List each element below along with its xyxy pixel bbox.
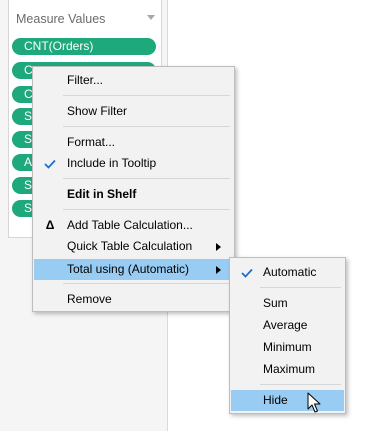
pill-context-menu: Filter... Show Filter Format... Include …	[32, 66, 235, 312]
menu-item-label: Total using (Automatic)	[67, 262, 190, 276]
submenu-item-sum[interactable]: Sum	[231, 293, 344, 314]
menu-separator	[63, 95, 230, 96]
menu-item-label: Automatic	[263, 265, 317, 279]
submenu-item-maximum[interactable]: Maximum	[231, 359, 344, 380]
total-using-submenu: Automatic Sum Average Minimum Maximum Hi…	[229, 257, 346, 414]
delta-icon: Δ	[45, 218, 55, 232]
menu-item-filter[interactable]: Filter...	[34, 70, 233, 91]
menu-item-add-table-calculation[interactable]: Δ Add Table Calculation...	[34, 215, 233, 236]
menu-separator	[63, 178, 230, 179]
submenu-item-hide[interactable]: Hide	[231, 390, 344, 411]
menu-separator	[63, 283, 230, 284]
menu-item-remove[interactable]: Remove	[34, 289, 233, 310]
submenu-item-minimum[interactable]: Minimum	[231, 337, 344, 358]
menu-item-edit-in-shelf[interactable]: Edit in Shelf	[34, 184, 233, 205]
checkmark-icon	[43, 153, 57, 174]
menu-separator	[260, 384, 341, 385]
menu-item-label: Add Table Calculation...	[67, 218, 193, 232]
submenu-arrow-icon	[216, 243, 221, 251]
checkmark-icon	[240, 262, 254, 283]
menu-item-show-filter[interactable]: Show Filter	[34, 101, 233, 122]
measure-pill[interactable]: CNT(Orders)	[12, 38, 156, 55]
submenu-arrow-icon	[216, 266, 221, 274]
submenu-item-automatic[interactable]: Automatic	[231, 262, 344, 283]
menu-item-quick-table-calculation[interactable]: Quick Table Calculation	[34, 236, 233, 257]
mouse-pointer-icon	[307, 392, 321, 413]
menu-separator	[63, 209, 230, 210]
submenu-item-average[interactable]: Average	[231, 315, 344, 336]
menu-item-label: Include in Tooltip	[67, 156, 157, 170]
menu-item-total-using[interactable]: Total using (Automatic)	[34, 259, 233, 280]
menu-item-label: Quick Table Calculation	[67, 239, 193, 253]
card-dropdown-caret-icon[interactable]	[147, 15, 155, 20]
menu-separator	[63, 126, 230, 127]
menu-separator	[260, 287, 341, 288]
menu-item-format[interactable]: Format...	[34, 132, 233, 153]
card-title: Measure Values	[16, 12, 106, 26]
menu-item-include-in-tooltip[interactable]: Include in Tooltip	[34, 153, 233, 174]
